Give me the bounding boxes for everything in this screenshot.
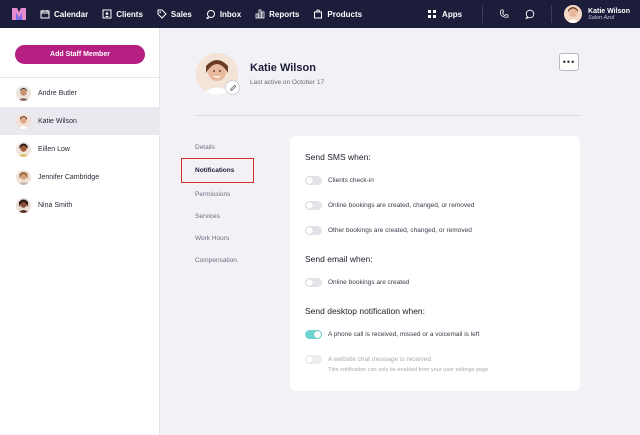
tag-icon	[157, 9, 167, 19]
staff-name: Nina Smith	[38, 201, 73, 209]
desktop-helper-text: This notification can only be enabled fr…	[328, 367, 489, 373]
chat-icon	[525, 9, 535, 19]
toggle-switch[interactable]	[305, 330, 322, 339]
setting-label: Online bookings are created	[328, 279, 410, 286]
tab-details[interactable]: Details	[181, 136, 256, 158]
staff-avatar	[16, 113, 31, 129]
more-options-button[interactable]: •••	[559, 53, 579, 71]
tab-compensation[interactable]: Compensation	[181, 249, 256, 271]
top-nav-bar: Calendar Clients Sales Inbox Reports Pro…	[0, 0, 640, 28]
email-section-title: Send email when:	[305, 254, 373, 264]
nav-right: Apps Katie Wilson Salon Azul	[427, 0, 640, 28]
phone-button[interactable]	[497, 7, 511, 21]
last-active-text: Last active on October 17	[250, 79, 325, 86]
user-avatar	[564, 5, 583, 23]
staff-item-katie-wilson[interactable]: Katie Wilson	[0, 107, 160, 135]
desktop-section-title: Send desktop notification when:	[305, 306, 426, 316]
edit-avatar-button[interactable]	[225, 80, 240, 95]
clients-icon	[102, 9, 112, 19]
toggle-switch[interactable]	[305, 226, 322, 235]
setting-label: Clients check-in	[328, 177, 374, 184]
tab-work-hours[interactable]: Work Hours	[181, 227, 256, 249]
staff-list: Andre Butler Katie Wilson Eillen Low Jen…	[0, 79, 160, 219]
user-menu[interactable]: Katie Wilson Salon Azul	[564, 5, 630, 23]
notification-settings-card: Send SMS when: Clients check-in Online b…	[290, 136, 580, 391]
tab-notifications[interactable]: Notifications	[181, 158, 254, 183]
nav-inbox[interactable]: Inbox	[205, 0, 242, 28]
nav-separator-2	[551, 5, 553, 23]
nav-sales[interactable]: Sales	[157, 0, 192, 28]
staff-item-jennifer-cambridge[interactable]: Jennifer Cambridge	[0, 163, 160, 191]
toggle-switch	[305, 355, 322, 364]
user-name: Katie Wilson	[588, 7, 630, 15]
tab-services[interactable]: Services	[181, 205, 256, 227]
add-staff-button[interactable]: Add Staff Member	[15, 45, 145, 64]
nav-products-label: Products	[327, 9, 363, 19]
main-nav: Calendar Clients Sales Inbox Reports Pro…	[34, 0, 362, 28]
pencil-icon	[229, 84, 236, 91]
staff-avatar	[16, 197, 31, 213]
sms-other-bookings-setting[interactable]: Other bookings are created, changed, or …	[305, 226, 472, 235]
bag-icon	[314, 9, 323, 19]
profile-subnav: Details Notifications Permissions Servic…	[181, 136, 256, 271]
chat-button[interactable]	[523, 7, 537, 21]
nav-calendar-label: Calendar	[54, 9, 89, 19]
nav-calendar[interactable]: Calendar	[40, 0, 88, 28]
tab-permissions[interactable]: Permissions	[181, 183, 256, 205]
sms-section-title: Send SMS when:	[305, 152, 371, 162]
sidebar-divider	[0, 77, 160, 78]
setting-label: A website chat message is received	[328, 356, 431, 363]
bar-chart-icon	[255, 9, 265, 19]
staff-item-nina-smith[interactable]: Nina Smith	[0, 191, 160, 219]
setting-label: A phone call is received, missed or a vo…	[328, 331, 480, 338]
staff-avatar	[16, 141, 31, 157]
nav-reports-label: Reports	[269, 9, 300, 19]
staff-name: Katie Wilson	[38, 117, 77, 125]
staff-name: Jennifer Cambridge	[38, 173, 100, 181]
toggle-switch[interactable]	[305, 278, 322, 287]
staff-item-eillen-low[interactable]: Eillen Low	[0, 135, 160, 163]
nav-inbox-label: Inbox	[219, 9, 242, 19]
nav-reports[interactable]: Reports	[255, 0, 299, 28]
staff-name: Andre Butler	[38, 89, 77, 97]
phone-icon	[500, 9, 509, 18]
logo-icon[interactable]	[12, 8, 26, 20]
sms-client-checkin-setting[interactable]: Clients check-in	[305, 176, 374, 185]
toggle-switch[interactable]	[305, 201, 322, 210]
nav-clients-label: Clients	[116, 9, 143, 19]
apps-button[interactable]: Apps	[427, 9, 462, 19]
user-text: Katie Wilson Salon Azul	[588, 8, 630, 21]
nav-clients[interactable]: Clients	[102, 0, 143, 28]
nav-products[interactable]: Products	[313, 0, 362, 28]
email-online-bookings-setting[interactable]: Online bookings are created	[305, 278, 409, 287]
header-divider	[195, 115, 580, 116]
calendar-icon	[40, 10, 50, 19]
setting-label: Online bookings are created, changed, or…	[328, 202, 475, 209]
apps-label: Apps	[442, 9, 463, 19]
sms-online-bookings-setting[interactable]: Online bookings are created, changed, or…	[305, 201, 474, 210]
staff-avatar	[16, 85, 31, 101]
setting-label: Other bookings are created, changed, or …	[328, 227, 472, 234]
staff-sidebar: Add Staff Member Andre Butler Katie Wils…	[0, 28, 160, 435]
desktop-chat-message-setting: A website chat message is received	[305, 355, 431, 364]
grid-icon	[428, 10, 437, 18]
user-salon: Salon Azul	[588, 14, 615, 21]
staff-name: Eillen Low	[38, 145, 70, 153]
nav-separator	[482, 5, 484, 23]
inbox-icon	[205, 10, 215, 19]
desktop-phone-call-setting[interactable]: A phone call is received, missed or a vo…	[305, 330, 479, 339]
staff-avatar	[16, 169, 31, 185]
nav-sales-label: Sales	[170, 9, 192, 19]
toggle-switch[interactable]	[305, 176, 322, 185]
staff-item-andre-butler[interactable]: Andre Butler	[0, 79, 160, 107]
profile-name: Katie Wilson	[250, 62, 316, 74]
